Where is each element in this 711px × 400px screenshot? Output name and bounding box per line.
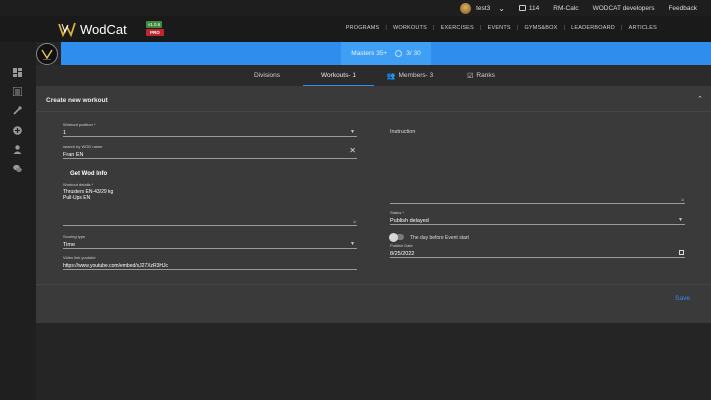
field-underline xyxy=(63,158,357,159)
nav-separator: | xyxy=(479,25,482,31)
wod-search-input[interactable]: search by WOD name Fran EN ✕ xyxy=(63,144,357,159)
avatar xyxy=(460,2,472,14)
field-underline xyxy=(63,248,357,249)
caret-down-icon: ▼ xyxy=(350,241,355,247)
caret-down-icon: ▼ xyxy=(350,129,355,135)
nav-separator: | xyxy=(620,25,623,31)
username: test3 xyxy=(476,4,491,12)
tab-members-label: Members- 3 xyxy=(398,72,434,79)
progress-ring-icon xyxy=(395,50,403,57)
division-progress: 3/ 30 xyxy=(406,50,421,57)
nav-events[interactable]: EVENTS xyxy=(488,25,511,31)
chevron-down-icon: ⌄ xyxy=(498,3,505,13)
tab-divisions-label: Divisions xyxy=(253,72,280,79)
user-menu[interactable]: test3 ⌄ xyxy=(460,2,505,14)
field-underline xyxy=(63,225,357,226)
top-bar: test3 ⌄ 114 RM-Calc WODCAT developers Fe… xyxy=(0,0,711,16)
tab-workouts[interactable]: Workouts- 1 xyxy=(303,65,374,86)
resize-handle-icon[interactable]: ⇲ xyxy=(681,197,684,202)
details-line: Pull-Ups EN xyxy=(63,195,91,201)
nav-workouts[interactable]: WORKOUTS xyxy=(393,25,427,31)
tab-bar: Divisions Workouts- 1 👥 Members- 3 ☑ Ran… xyxy=(36,65,711,86)
chat-icon[interactable] xyxy=(13,164,22,173)
field-underline xyxy=(63,269,357,270)
division-pill[interactable]: Masters 35+ 3/ 30 xyxy=(341,42,431,65)
nav-exercises[interactable]: EXERCISES xyxy=(441,25,474,31)
nav-separator: | xyxy=(385,25,387,31)
nav-separator: | xyxy=(433,25,435,31)
tab-divisions[interactable]: Divisions xyxy=(219,65,315,86)
scoring-type-select[interactable]: Scoring type Time ▼ xyxy=(63,234,357,249)
resize-handle-icon[interactable]: ⇲ xyxy=(353,219,356,224)
logo-text: WodCat xyxy=(80,21,127,37)
field-underline xyxy=(390,203,685,204)
toggle-knob xyxy=(389,232,398,242)
tools-icon[interactable] xyxy=(13,106,22,115)
clipboard-check-icon: ☑ xyxy=(467,72,474,80)
create-workout-card: Create new workout ⌃ Workout position * … xyxy=(36,86,711,323)
instruction-textarea[interactable]: ⇲ xyxy=(390,138,685,204)
workout-details-textarea[interactable]: Workout details * Thrusters EN-43/29 kg … xyxy=(63,182,357,226)
rm-calc-link[interactable]: RM-Calc xyxy=(553,5,578,12)
list-icon[interactable] xyxy=(13,87,22,96)
wallet-icon xyxy=(518,5,526,11)
get-wod-info-button[interactable]: Get Wod Info xyxy=(70,171,107,177)
calendar-icon[interactable] xyxy=(679,250,684,255)
chevron-up-icon[interactable]: ⌃ xyxy=(697,95,703,103)
tab-ranks[interactable]: ☑ Ranks xyxy=(446,65,516,86)
tab-members[interactable]: 👥 Members- 3 xyxy=(374,65,446,86)
group-icon: 👥 xyxy=(386,72,396,80)
caret-down-icon: ▼ xyxy=(678,217,683,223)
coins-counter[interactable]: 114 xyxy=(518,4,540,12)
clear-icon[interactable]: ✕ xyxy=(349,146,356,155)
logo-mark-icon xyxy=(58,22,76,37)
divider xyxy=(36,111,711,112)
divider xyxy=(36,284,711,285)
field-label: Publish Date xyxy=(390,243,413,248)
instruction-label: Instruction xyxy=(390,129,416,135)
tab-ranks-label: Ranks xyxy=(476,72,495,79)
division-banner: Masters 35+ 3/ 30 xyxy=(61,42,711,65)
publish-date-input[interactable]: Publish Date 8/25/2022 xyxy=(390,243,685,258)
person-icon[interactable] xyxy=(13,145,22,154)
event-start-toggle[interactable] xyxy=(389,232,404,242)
save-button[interactable]: Save xyxy=(675,295,690,302)
pro-badge: PRO xyxy=(146,29,164,36)
field-label: Workout position * xyxy=(63,122,96,127)
nav-separator: | xyxy=(563,25,566,31)
nav-articles[interactable]: ARTICLES xyxy=(629,25,657,31)
club-emblem-icon xyxy=(41,49,53,60)
main-header: WodCat v1.0.6 PRO PROGRAMS | WORKOUTS | … xyxy=(0,16,711,42)
version-badge: v1.0.6 xyxy=(146,21,163,28)
app-logo[interactable]: WodCat xyxy=(58,21,127,37)
nav-programs[interactable]: PROGRAMS xyxy=(346,25,380,31)
toggle-label: The day before Event start xyxy=(410,234,469,241)
field-label: search by WOD name xyxy=(63,144,103,149)
nav-leaderboard[interactable]: LEADERBOARD xyxy=(571,25,615,31)
field-label: Scoring type xyxy=(63,234,86,239)
sidebar xyxy=(0,42,36,400)
division-name: Masters 35+ xyxy=(351,50,388,57)
club-logo xyxy=(36,43,58,65)
field-label: Workout details * xyxy=(63,182,94,187)
video-link-input[interactable]: Video link youtube https://www.youtube.c… xyxy=(63,255,357,270)
field-underline xyxy=(63,136,357,137)
nav-separator: | xyxy=(516,25,519,31)
card-title: Create new workout xyxy=(46,97,108,104)
coins-value: 114 xyxy=(528,4,540,12)
field-underline xyxy=(390,257,685,258)
main-nav: PROGRAMS | WORKOUTS | EXERCISES | EVENTS… xyxy=(346,25,657,31)
field-label: Video link youtube xyxy=(63,255,96,260)
field-label: Status * xyxy=(390,210,405,215)
dashboard-icon[interactable] xyxy=(13,68,22,77)
workout-position-select[interactable]: Workout position * 1 ▼ xyxy=(63,122,357,137)
tab-workouts-label: Workouts- 1 xyxy=(321,71,356,79)
nav-gyms[interactable]: GYMS&BOX xyxy=(524,25,557,31)
add-circle-icon[interactable] xyxy=(13,126,22,135)
field-underline xyxy=(390,224,685,225)
status-select[interactable]: Status * Publish delayed ▼ xyxy=(390,210,685,225)
feedback-link[interactable]: Feedback xyxy=(668,5,697,12)
developers-link[interactable]: WODCAT developers xyxy=(593,5,655,12)
